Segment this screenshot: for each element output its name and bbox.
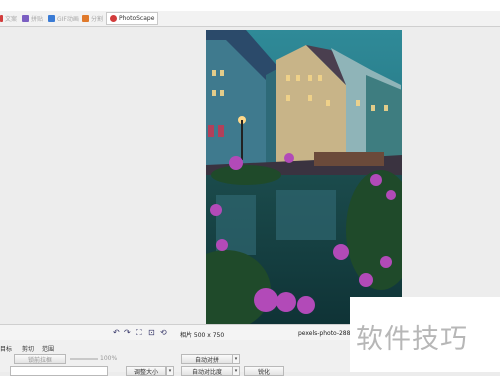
tab-collage[interactable]: 拼贴 xyxy=(22,13,43,24)
auto-contrast-button[interactable]: 自动对拼 xyxy=(181,354,233,364)
zoom-slider[interactable] xyxy=(70,358,98,360)
caption-icon xyxy=(0,15,3,22)
undo-icon[interactable]: ↶ xyxy=(113,329,121,337)
auto-contrast-dropdown[interactable]: ▾ xyxy=(232,354,240,364)
actual-size-icon[interactable]: ⊡ xyxy=(148,329,156,337)
tab-label: 分割 xyxy=(91,16,104,23)
effect-input[interactable] xyxy=(10,366,108,376)
fit-screen-icon[interactable]: ⛶ xyxy=(136,329,144,337)
tab-label: 文案 xyxy=(5,16,18,23)
tab-caption[interactable]: 文案 xyxy=(0,13,17,24)
tab-crop[interactable]: 剪切 xyxy=(22,344,34,353)
photoscape-icon xyxy=(110,15,117,22)
filename-label: pexels-photo-2886 xyxy=(298,330,355,337)
tab-gif[interactable]: GIF动画 xyxy=(48,13,79,24)
watermark-box: 软件技巧 xyxy=(350,297,500,372)
photo-canvas xyxy=(206,30,402,324)
photo-size-label: 相片 500 x 750 xyxy=(180,332,225,339)
auto-level-button[interactable]: 自动对比度 xyxy=(181,366,233,376)
tab-split[interactable]: 分割 xyxy=(82,13,103,24)
undo-all-button[interactable]: 锁前拉框 xyxy=(14,354,66,364)
collage-icon xyxy=(22,15,29,22)
tab-label: GIF动画 xyxy=(57,16,79,23)
tab-target[interactable]: 目标 xyxy=(0,344,12,353)
rotate-icon[interactable]: ⟲ xyxy=(160,329,168,337)
edited-photo[interactable] xyxy=(206,30,402,324)
resize-dropdown[interactable]: ▾ xyxy=(166,366,174,376)
resize-button[interactable]: 调整大小 xyxy=(126,366,166,376)
tab-label: 拼贴 xyxy=(31,16,44,23)
redo-icon[interactable]: ↷ xyxy=(124,329,132,337)
zoom-value: 100% xyxy=(100,355,118,362)
sharpen-button[interactable]: 锐化 xyxy=(244,366,284,376)
auto-level-dropdown[interactable]: ▾ xyxy=(232,366,240,376)
gif-icon xyxy=(48,15,55,22)
watermark-text: 软件技巧 xyxy=(356,324,468,355)
tab-label: PhotoScape xyxy=(119,15,155,22)
split-icon xyxy=(82,15,89,22)
tab-photoscape[interactable]: PhotoScape xyxy=(106,12,159,25)
main-toolbar: 文案 拼贴 GIF动画 分割 PhotoScape xyxy=(0,11,500,27)
tab-range[interactable]: 范围 xyxy=(42,344,54,353)
